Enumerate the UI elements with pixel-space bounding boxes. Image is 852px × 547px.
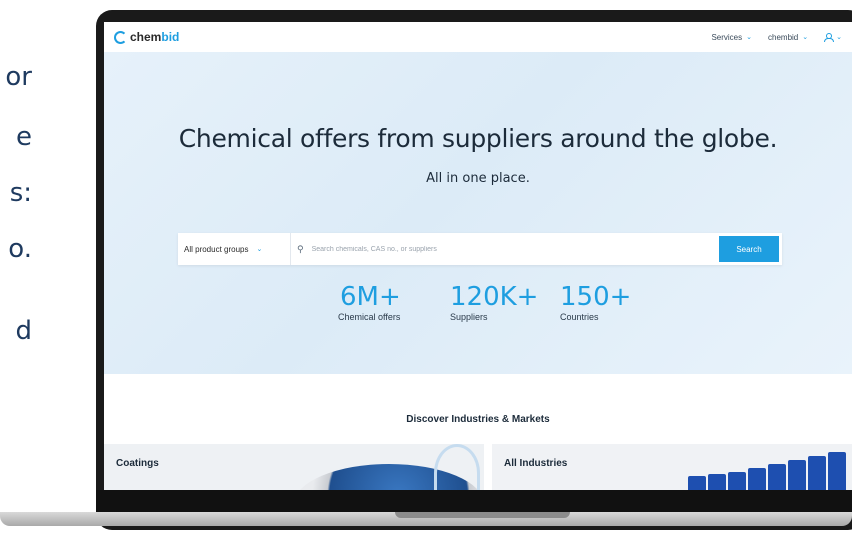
search-button[interactable]: Search (719, 236, 779, 262)
hero-section: Chemical offers from suppliers around th… (104, 52, 852, 374)
laptop-screen: chembid Services ⌄ chembid ⌄ ⌄ Chemical … (104, 22, 852, 490)
barrel-image (708, 474, 726, 490)
discover-title: Discover Industries & Markets (406, 414, 550, 425)
stat-value: 150+ (560, 282, 632, 312)
user-menu[interactable]: ⌄ (824, 33, 842, 42)
product-group-select[interactable]: All product groups ⌄ (178, 233, 291, 265)
nav-item-chembid[interactable]: chembid ⌄ (768, 33, 808, 42)
glass-image (434, 444, 480, 490)
side-text-column: or e s: o. d (0, 0, 40, 547)
search-icon: ⚲ (297, 243, 304, 254)
top-navbar: chembid Services ⌄ chembid ⌄ ⌄ (104, 22, 852, 52)
nav-item-label: Services (711, 32, 743, 42)
side-text-fragment: d (15, 316, 32, 346)
stat-suppliers: 120K+ Suppliers (450, 282, 538, 322)
stat-label: Countries (560, 312, 599, 322)
side-text-fragment: s: (9, 178, 32, 208)
chevron-down-icon: ⌄ (802, 34, 809, 41)
barrel-image (688, 476, 706, 490)
card-coatings[interactable]: Coatings (104, 444, 484, 490)
stat-value: 6M+ (340, 282, 401, 312)
laptop-base-notch (395, 512, 570, 518)
stat-value: 120K+ (450, 282, 539, 312)
stat-label: Chemical offers (338, 312, 401, 322)
chembid-logo-icon (114, 30, 127, 44)
side-text-fragment: o. (8, 234, 32, 264)
barrel-image (828, 452, 846, 490)
barrel-image (808, 456, 826, 490)
chevron-down-icon: ⌄ (256, 246, 263, 253)
card-all-industries[interactable]: All Industries (492, 444, 852, 490)
card-label: All Industries (504, 458, 568, 469)
user-icon (824, 33, 835, 42)
card-label: Coatings (116, 458, 159, 469)
search-input[interactable] (309, 244, 719, 254)
search-field: ⚲ (291, 244, 719, 255)
barrel-image (768, 464, 786, 490)
search-bar: All product groups ⌄ ⚲ Search (178, 233, 782, 265)
stat-countries: 150+ Countries (560, 282, 631, 322)
side-text-fragment: e (16, 122, 32, 152)
hero-subtitle: All in one place. (426, 171, 530, 186)
barrel-image (728, 472, 746, 490)
chevron-down-icon: ⌄ (836, 34, 842, 41)
product-group-label: All product groups (184, 244, 249, 254)
laptop-bezel (96, 490, 852, 514)
chembid-logo[interactable]: chembid (114, 30, 179, 44)
logo-text: chembid (130, 30, 180, 44)
industry-cards: Coatings All Industries (104, 444, 852, 490)
chevron-down-icon: ⌄ (746, 34, 752, 41)
barrel-image (748, 468, 766, 490)
nav-item-services[interactable]: Services ⌄ (711, 33, 752, 42)
side-text-fragment: or (5, 62, 32, 92)
hero-title: Chemical offers from suppliers around th… (178, 124, 778, 153)
stat-label: Suppliers (450, 312, 488, 322)
barrel-image (788, 460, 806, 490)
nav-menu: Services ⌄ chembid ⌄ ⌄ (711, 33, 842, 42)
stats-row: 6M+ Chemical offers 120K+ Suppliers 150+… (338, 282, 638, 342)
nav-item-label: chembid (768, 32, 799, 42)
stat-chemical-offers: 6M+ Chemical offers (338, 282, 401, 322)
